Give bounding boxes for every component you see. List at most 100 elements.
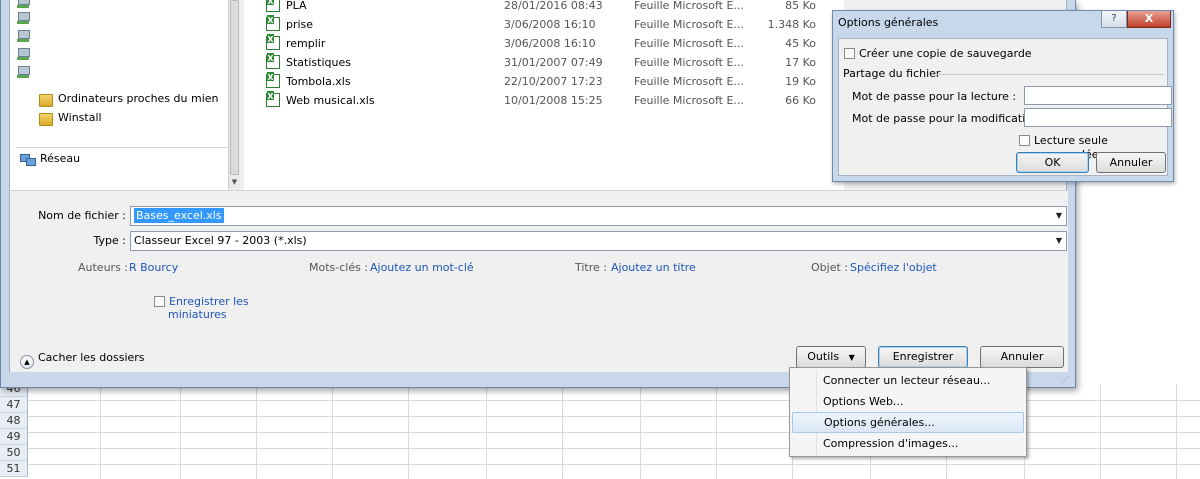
file-name: Web musical.xls <box>286 94 375 107</box>
file-date: 3/06/2008 16:10 <box>504 37 596 50</box>
type-label: Type : <box>93 234 126 247</box>
file-row[interactable]: Tombola.xls 22/10/2007 17:23 Feuille Mic… <box>244 72 844 91</box>
checkbox-box[interactable] <box>1019 135 1030 146</box>
resize-grip-icon[interactable]: ⋰ <box>1061 375 1071 385</box>
navigation-pane: Ordinateurs proches du mien Winstall Rés… <box>10 0 240 190</box>
modify-password-input[interactable] <box>1024 108 1172 127</box>
nav-item-network[interactable]: Réseau <box>20 150 80 168</box>
network-computer-icon[interactable] <box>16 11 30 25</box>
menu-item-web-options[interactable]: Options Web... <box>792 391 1024 412</box>
save-form: Nom de fichier : Bases_excel.xls ▼ Type … <box>10 190 1068 372</box>
file-size: 19 Ko <box>785 75 816 88</box>
file-date: 3/06/2008 16:10 <box>504 18 596 31</box>
file-date: 10/01/2008 15:25 <box>504 94 603 107</box>
file-date: 22/10/2007 17:23 <box>504 75 603 88</box>
checkbox-box[interactable] <box>154 296 165 307</box>
file-size: 17 Ko <box>785 56 816 69</box>
ok-button[interactable]: OK <box>1016 152 1089 173</box>
file-sharing-section: Partage du fichier <box>843 67 941 80</box>
modify-password-label: Mot de passe pour la modification : <box>852 112 1047 125</box>
dialog-title: Options générales <box>838 16 939 29</box>
file-type: Feuille Microsoft E... <box>634 94 744 107</box>
help-button[interactable]: ? <box>1101 11 1127 28</box>
scroll-down-arrow-icon[interactable]: ▼ <box>230 178 239 186</box>
row-header[interactable]: 49 <box>0 429 28 445</box>
title-value[interactable]: Ajoutez un titre <box>611 261 696 274</box>
cancel-button[interactable]: Annuler <box>980 346 1064 368</box>
file-type: Feuille Microsoft E... <box>634 18 744 31</box>
excel-file-icon <box>266 34 280 50</box>
tools-button[interactable]: Outils ▼ <box>796 346 866 368</box>
row-header[interactable]: 47 <box>0 397 28 413</box>
dialog-body: Créer une copie de sauvegarde Partage du… <box>838 38 1172 176</box>
file-row[interactable]: Statistiques 31/01/2007 07:49 Feuille Mi… <box>244 53 844 72</box>
cancel-button[interactable]: Annuler <box>1096 152 1166 173</box>
scrollbar-thumb[interactable] <box>230 0 239 175</box>
type-value: Classeur Excel 97 - 2003 (*.xls) <box>134 234 307 247</box>
menu-item-compress-pictures[interactable]: Compression d'images... <box>792 433 1024 454</box>
file-date: 31/01/2007 07:49 <box>504 56 603 69</box>
save-thumbnails-checkbox[interactable]: Enregistrer les miniatures <box>154 295 249 321</box>
dropdown-arrow-icon[interactable]: ▼ <box>1056 232 1062 250</box>
dropdown-arrow-icon[interactable]: ▼ <box>1056 207 1062 225</box>
title-label: Titre : <box>575 261 608 274</box>
file-type: Feuille Microsoft E... <box>634 75 744 88</box>
checkbox-box[interactable] <box>844 48 855 59</box>
subject-value[interactable]: Spécifiez l'objet <box>850 261 937 274</box>
row-header[interactable]: 48 <box>0 413 28 429</box>
file-type: Feuille Microsoft E... <box>634 0 744 12</box>
read-password-label: Mot de passe pour la lecture : <box>852 90 1017 103</box>
read-password-input[interactable] <box>1024 86 1172 105</box>
row-header[interactable]: 50 <box>0 445 28 461</box>
nav-item-winstall[interactable]: Winstall <box>38 109 102 127</box>
network-computer-icon[interactable] <box>16 47 30 61</box>
nav-scrollbar[interactable]: ▼ <box>228 0 240 190</box>
filename-value: Bases_excel.xls <box>134 208 224 223</box>
file-name: Statistiques <box>286 56 351 69</box>
nav-item-label: Réseau <box>40 152 81 165</box>
file-size: 45 Ko <box>785 37 816 50</box>
hide-folders-button[interactable]: ▲ Cacher les dossiers <box>20 351 145 369</box>
nav-item-label: Winstall <box>58 111 102 124</box>
keywords-value[interactable]: Ajoutez un mot-clé <box>370 261 474 274</box>
file-size: 1.348 Ko <box>767 18 816 31</box>
chevron-down-icon: ▼ <box>848 353 855 362</box>
save-button[interactable]: Enregistrer <box>878 346 968 368</box>
authors-value[interactable]: R Bourcy <box>129 261 178 274</box>
close-button[interactable]: X <box>1127 11 1171 28</box>
keywords-label: Mots-clés : <box>309 261 369 274</box>
file-row[interactable]: prise 3/06/2008 16:10 Feuille Microsoft … <box>244 15 844 34</box>
file-row[interactable]: Web musical.xls 10/01/2008 15:25 Feuille… <box>244 91 844 110</box>
backup-copy-checkbox[interactable]: Créer une copie de sauvegarde <box>844 47 1032 61</box>
authors-label: Auteurs : <box>78 261 129 274</box>
file-name: Tombola.xls <box>286 75 351 88</box>
file-date: 28/01/2016 08:43 <box>504 0 603 12</box>
hide-folders-label: Cacher les dossiers <box>38 351 145 364</box>
file-row[interactable]: PLA 28/01/2016 08:43 Feuille Microsoft E… <box>244 0 844 15</box>
network-computer-icon[interactable] <box>16 29 30 43</box>
filename-input[interactable]: Bases_excel.xls ▼ <box>130 206 1067 226</box>
excel-file-icon <box>266 15 280 31</box>
nav-divider <box>16 147 228 148</box>
menu-item-general-options[interactable]: Options générales... <box>792 412 1024 433</box>
nav-item-nearby-computers[interactable]: Ordinateurs proches du mien <box>38 90 219 108</box>
nav-item-label: Ordinateurs proches du mien <box>58 92 219 105</box>
network-computer-icon[interactable] <box>16 65 30 79</box>
type-select[interactable]: Classeur Excel 97 - 2003 (*.xls) ▼ <box>130 231 1067 251</box>
collapse-up-icon: ▲ <box>20 355 34 369</box>
file-name: PLA <box>286 0 307 12</box>
excel-file-icon <box>266 0 280 12</box>
thumbnails-label-line1: Enregistrer les <box>169 295 249 308</box>
excel-file-icon <box>266 91 280 107</box>
section-divider <box>934 74 1164 75</box>
network-computer-icon[interactable] <box>16 0 30 9</box>
thumbnails-label-line2: miniatures <box>168 308 227 321</box>
menu-item-map-network-drive[interactable]: Connecter un lecteur réseau... <box>792 370 1024 391</box>
file-row[interactable]: remplir 3/06/2008 16:10 Feuille Microsof… <box>244 34 844 53</box>
file-size: 66 Ko <box>785 94 816 107</box>
row-header[interactable]: 51 <box>0 461 28 477</box>
folder-icon <box>38 92 53 107</box>
network-icon <box>20 152 36 166</box>
file-type: Feuille Microsoft E... <box>634 56 744 69</box>
file-type: Feuille Microsoft E... <box>634 37 744 50</box>
